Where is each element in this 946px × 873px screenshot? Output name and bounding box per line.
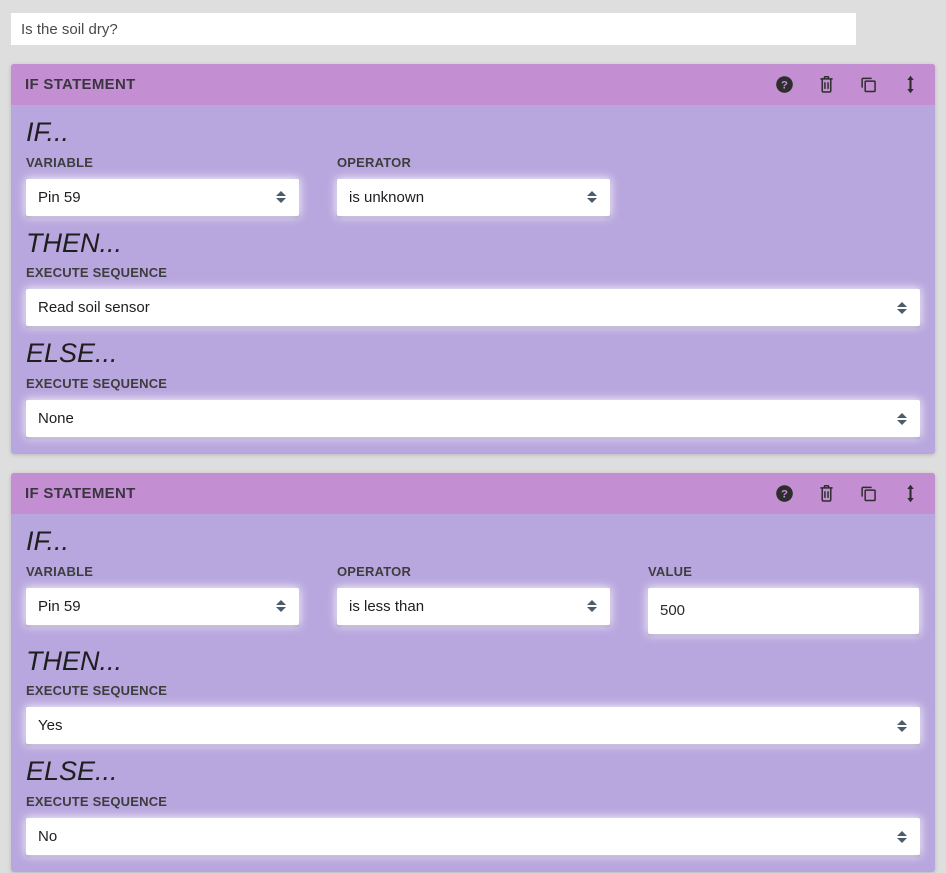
if-heading: IF... [26, 118, 920, 148]
operator-field: OPERATOR is unknown [337, 148, 610, 216]
operator-label: OPERATOR [337, 564, 610, 579]
else-sequence-select[interactable]: No [26, 818, 920, 855]
else-sequence-value: None [38, 410, 74, 427]
then-sequence-value: Yes [38, 717, 62, 734]
if-statement-card: IF STATEMENT ? [11, 64, 935, 454]
execute-sequence-label: EXECUTE SEQUENCE [26, 683, 920, 698]
card-header: IF STATEMENT ? [11, 64, 935, 105]
value-field: VALUE [648, 557, 919, 634]
duplicate-icon[interactable] [858, 74, 879, 95]
variable-select[interactable]: Pin 59 [26, 179, 299, 216]
select-arrows-icon [587, 191, 597, 203]
select-arrows-icon [587, 600, 597, 612]
then-sequence-field: EXECUTE SEQUENCE Yes [26, 683, 920, 744]
else-sequence-field: EXECUTE SEQUENCE None [26, 376, 920, 437]
delete-icon[interactable] [816, 74, 837, 95]
question-input[interactable] [11, 13, 856, 45]
variable-select-value: Pin 59 [38, 598, 81, 615]
value-input[interactable] [648, 588, 919, 634]
card-title: IF STATEMENT [25, 485, 136, 502]
operator-select-value: is unknown [349, 189, 424, 206]
delete-icon[interactable] [816, 483, 837, 504]
variable-label: VARIABLE [26, 564, 299, 579]
select-arrows-icon [897, 831, 907, 843]
then-sequence-select[interactable]: Yes [26, 707, 920, 744]
card-title: IF STATEMENT [25, 76, 136, 93]
else-heading: ELSE... [26, 339, 920, 369]
operator-field: OPERATOR is less than [337, 557, 610, 625]
variable-select[interactable]: Pin 59 [26, 588, 299, 625]
select-arrows-icon [276, 600, 286, 612]
else-sequence-field: EXECUTE SEQUENCE No [26, 794, 920, 855]
card-toolbar: ? [774, 483, 921, 504]
then-sequence-value: Read soil sensor [38, 299, 150, 316]
if-heading: IF... [26, 527, 920, 557]
else-heading: ELSE... [26, 757, 920, 787]
move-vertical-icon[interactable] [900, 483, 921, 504]
then-sequence-field: EXECUTE SEQUENCE Read soil sensor [26, 265, 920, 326]
value-label: VALUE [648, 564, 919, 579]
then-heading: THEN... [26, 229, 920, 259]
if-statement-card: IF STATEMENT ? [11, 473, 935, 872]
execute-sequence-label: EXECUTE SEQUENCE [26, 376, 920, 391]
move-vertical-icon[interactable] [900, 74, 921, 95]
variable-select-value: Pin 59 [38, 189, 81, 206]
card-toolbar: ? [774, 74, 921, 95]
select-arrows-icon [897, 413, 907, 425]
execute-sequence-label: EXECUTE SEQUENCE [26, 265, 920, 280]
select-arrows-icon [897, 720, 907, 732]
card-body: IF... VARIABLE Pin 59 OPERATOR is unknow… [11, 118, 935, 454]
variable-label: VARIABLE [26, 155, 299, 170]
variable-field: VARIABLE Pin 59 [26, 557, 299, 625]
execute-sequence-label: EXECUTE SEQUENCE [26, 794, 920, 809]
variable-field: VARIABLE Pin 59 [26, 148, 299, 216]
then-heading: THEN... [26, 647, 920, 677]
svg-text:?: ? [781, 489, 788, 501]
then-sequence-select[interactable]: Read soil sensor [26, 289, 920, 326]
select-arrows-icon [897, 302, 907, 314]
else-sequence-value: No [38, 828, 57, 845]
help-icon[interactable]: ? [774, 74, 795, 95]
operator-label: OPERATOR [337, 155, 610, 170]
operator-select[interactable]: is unknown [337, 179, 610, 216]
svg-text:?: ? [781, 79, 788, 91]
duplicate-icon[interactable] [858, 483, 879, 504]
else-sequence-select[interactable]: None [26, 400, 920, 437]
select-arrows-icon [276, 191, 286, 203]
card-body: IF... VARIABLE Pin 59 OPERATOR is less t… [11, 527, 935, 872]
operator-select[interactable]: is less than [337, 588, 610, 625]
operator-select-value: is less than [349, 598, 424, 615]
card-header: IF STATEMENT ? [11, 473, 935, 514]
help-icon[interactable]: ? [774, 483, 795, 504]
